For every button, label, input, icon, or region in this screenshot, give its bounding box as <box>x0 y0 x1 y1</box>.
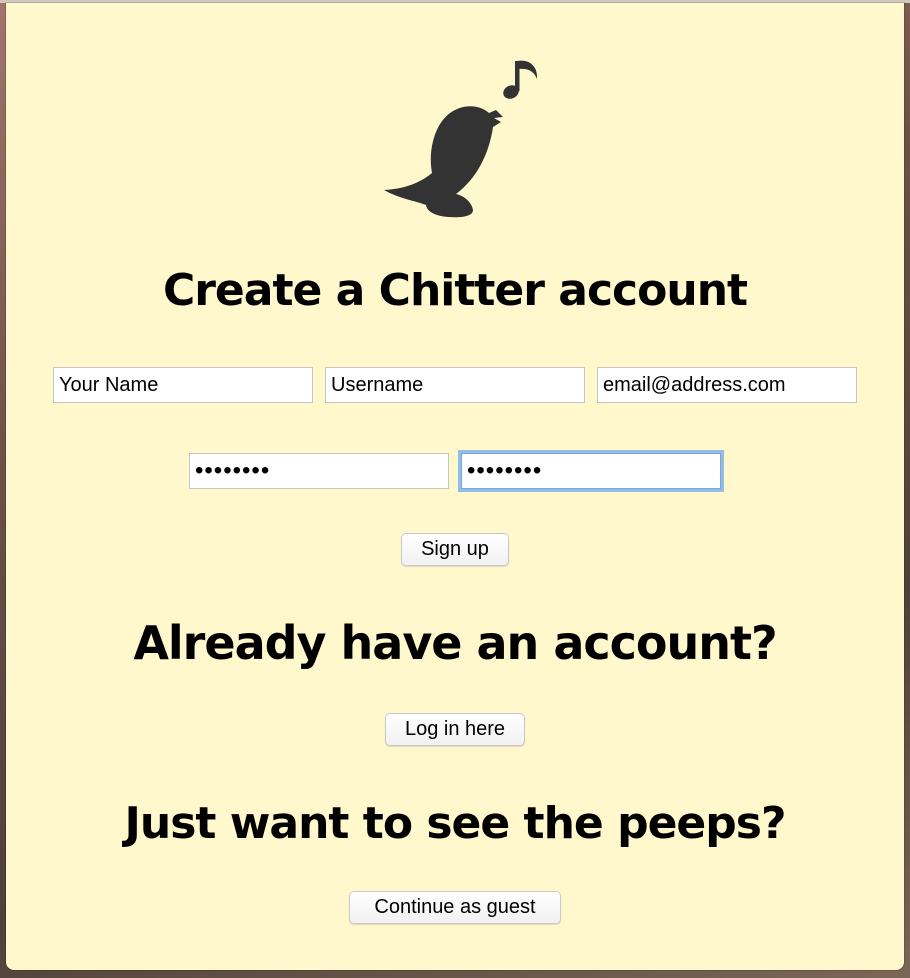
email-field[interactable] <box>597 367 857 403</box>
continue-as-guest-button[interactable]: Continue as guest <box>349 891 561 924</box>
log-in-button[interactable]: Log in here <box>385 713 525 746</box>
password-field[interactable] <box>189 453 449 489</box>
signup-title: Create a Chitter account <box>162 265 748 316</box>
login-prompt-heading: Already have an account? <box>133 616 777 670</box>
signup-page: Create a Chitter account Sign up Already… <box>6 3 904 970</box>
name-field[interactable] <box>53 367 313 403</box>
username-field[interactable] <box>325 367 585 403</box>
sign-up-button[interactable]: Sign up <box>401 533 509 566</box>
guest-prompt-heading: Just want to see the peeps? <box>124 798 787 849</box>
password-confirm-field[interactable] <box>461 453 721 489</box>
bird-singing-icon <box>384 60 538 218</box>
